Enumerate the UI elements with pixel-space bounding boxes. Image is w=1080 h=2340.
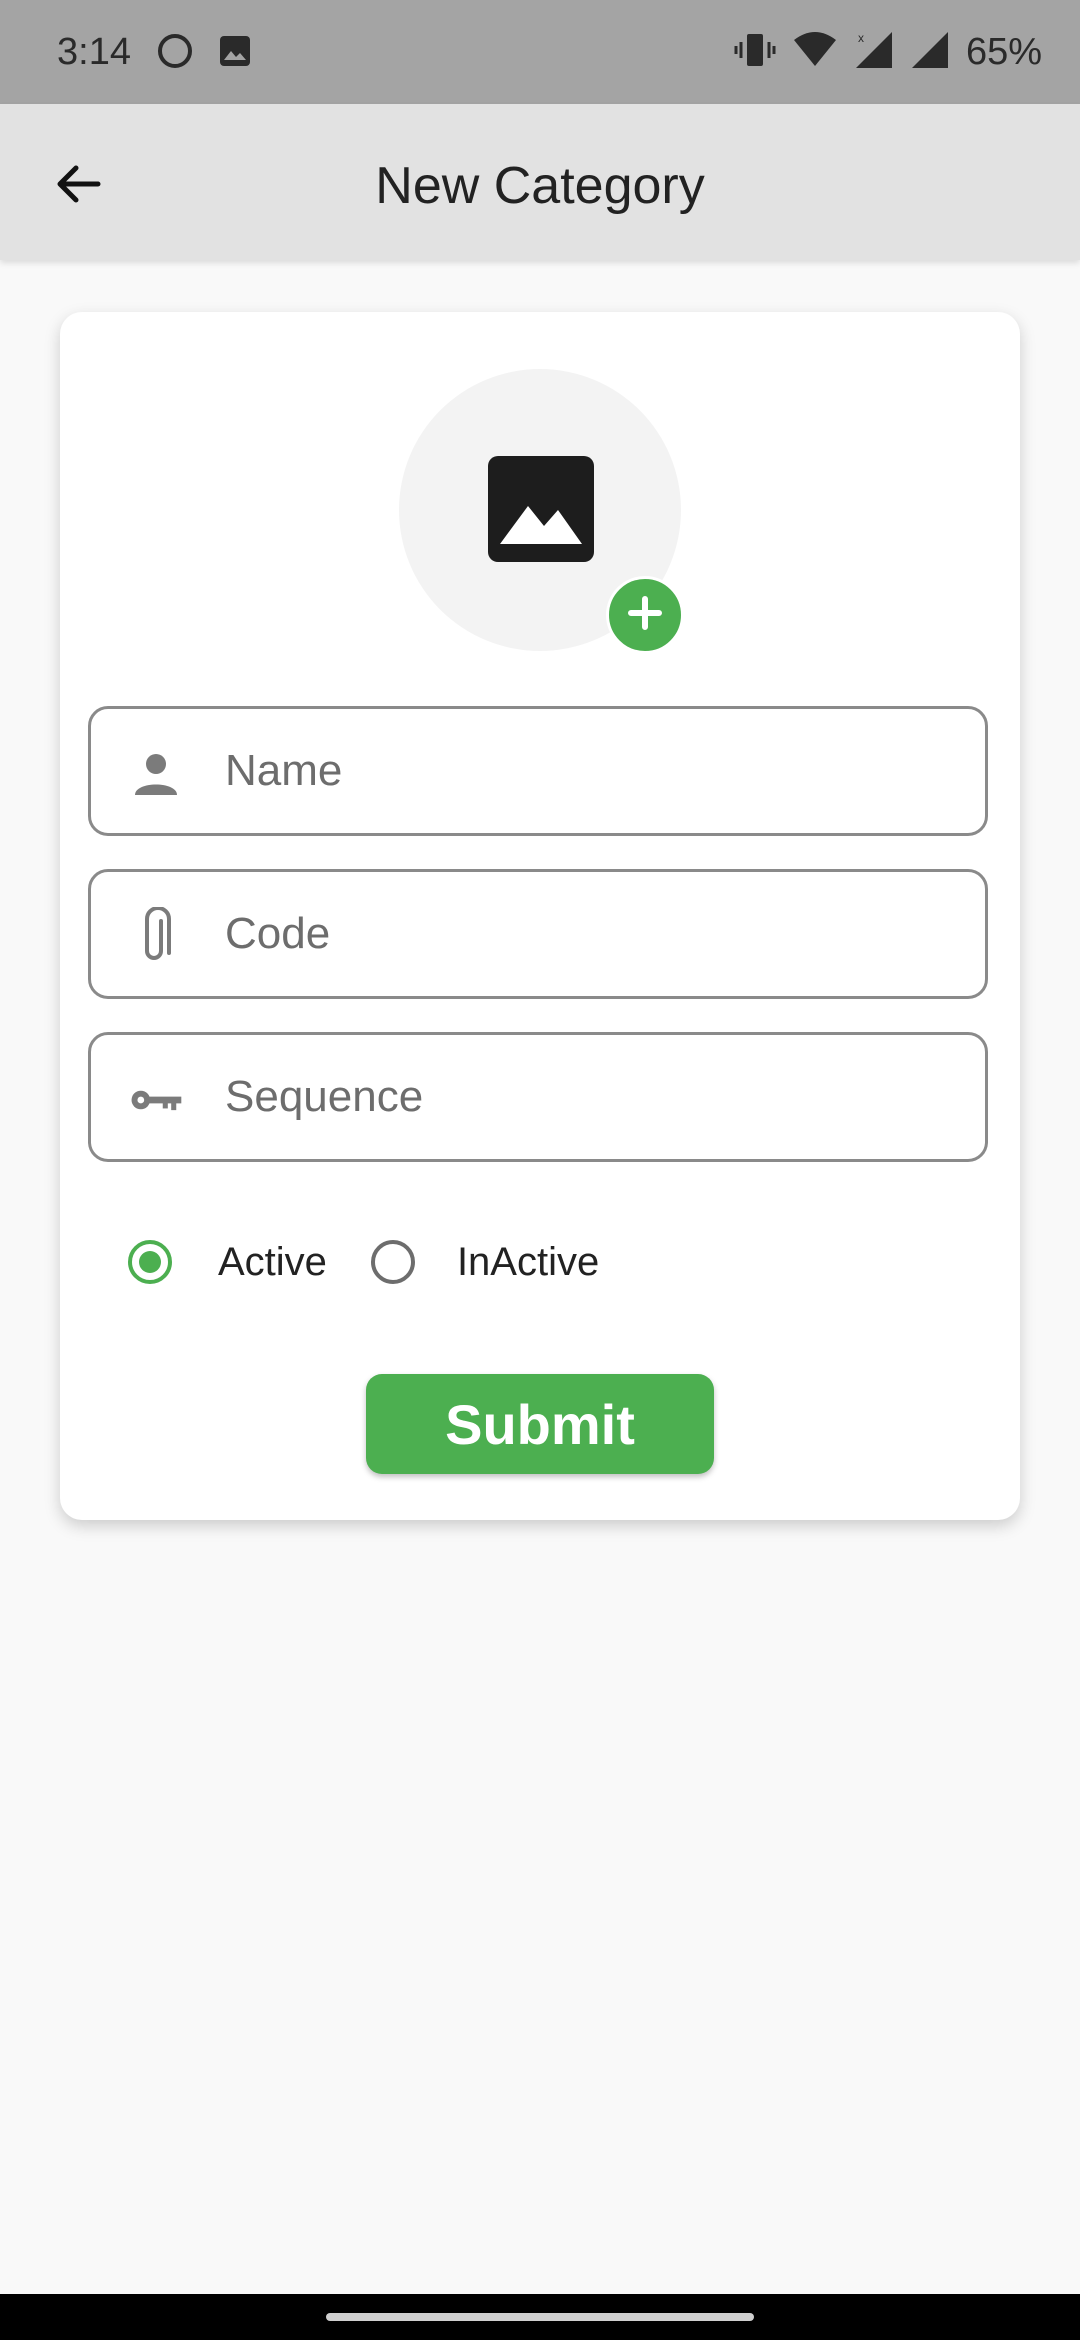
status-right: x 65% bbox=[734, 26, 1042, 78]
name-input[interactable] bbox=[225, 709, 965, 833]
plus-icon bbox=[626, 594, 664, 637]
active-label: Active bbox=[218, 1239, 327, 1284]
battery-percentage: 65% bbox=[965, 31, 1042, 73]
add-image-button[interactable] bbox=[606, 576, 684, 654]
signal-icon: x bbox=[854, 30, 894, 75]
status-left-icons bbox=[156, 32, 254, 75]
submit-button[interactable]: Submit bbox=[366, 1374, 714, 1474]
svg-text:x: x bbox=[858, 31, 864, 45]
code-field[interactable] bbox=[88, 869, 988, 999]
page-title: New Category bbox=[375, 157, 705, 215]
name-field[interactable] bbox=[88, 706, 988, 836]
inactive-label: InActive bbox=[456, 1239, 600, 1284]
image-icon bbox=[216, 32, 254, 75]
home-gesture-handle[interactable] bbox=[326, 2313, 754, 2321]
key-icon bbox=[129, 1073, 183, 1127]
person-icon bbox=[129, 747, 183, 801]
sequence-input[interactable] bbox=[225, 1035, 965, 1159]
status-bar: 3:14 x 65% bbox=[0, 0, 1080, 104]
sequence-field[interactable] bbox=[88, 1032, 988, 1162]
app-bar: New Category bbox=[0, 104, 1080, 260]
signal-icon bbox=[910, 30, 950, 75]
code-input[interactable] bbox=[225, 872, 965, 996]
active-radio[interactable] bbox=[128, 1240, 172, 1284]
status-time: 3:14 bbox=[57, 31, 131, 73]
paperclip-icon bbox=[129, 907, 183, 964]
vibrate-icon bbox=[734, 30, 776, 75]
image-icon bbox=[488, 456, 594, 562]
system-nav-bar bbox=[0, 2294, 1080, 2340]
status-radio-group: Active InActive bbox=[128, 1232, 599, 1292]
inactive-radio[interactable] bbox=[370, 1240, 415, 1284]
circle-icon bbox=[156, 32, 194, 75]
wifi-icon bbox=[792, 30, 838, 75]
category-form-card: Active InActive Submit bbox=[60, 312, 1020, 1520]
